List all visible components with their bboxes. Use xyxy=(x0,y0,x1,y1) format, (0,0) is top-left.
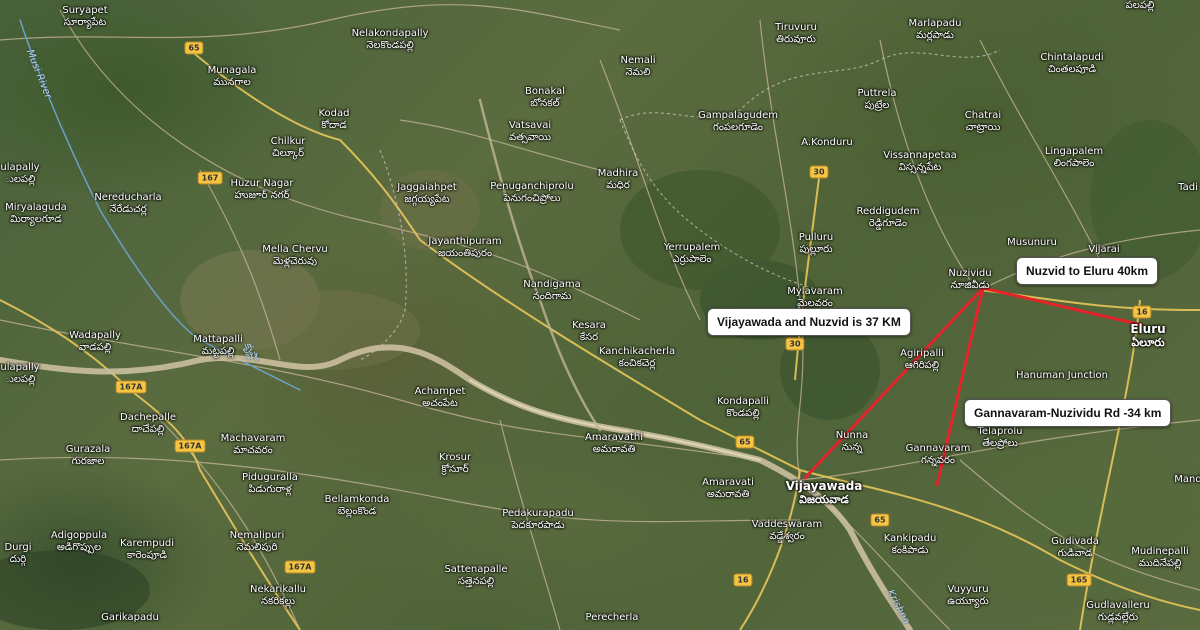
place-label[interactable]: Vissannapetaa విస్సన్నపేట xyxy=(883,150,956,174)
map-overlay xyxy=(0,4,1200,630)
highway-shield: 65 xyxy=(870,513,890,527)
place-label[interactable]: Machavaram మాచవరం xyxy=(221,433,286,457)
place-label[interactable]: Kesara కేసర xyxy=(572,320,606,344)
place-label[interactable]: Gudlavalleru గుడ్లవల్లేరు xyxy=(1086,600,1150,624)
place-label[interactable]: Mattapalli మట్టపల్లి xyxy=(193,334,243,358)
place-label[interactable]: Vijarai xyxy=(1088,244,1119,256)
place-label[interactable]: Lingapalem లింగపాలెం xyxy=(1045,146,1103,170)
satellite-map[interactable]: Musi River Krishna కృష్ణా 65 167 30 16 1… xyxy=(0,0,1200,630)
place-label[interactable]: Nemali నెమలి xyxy=(620,55,655,79)
highway-shield: 165 xyxy=(1066,573,1092,587)
place-label[interactable]: Suryapet సూర్యాపేట xyxy=(62,5,107,29)
place-label[interactable]: Achampet అచంపేట xyxy=(415,386,466,410)
place-label[interactable]: Reddigudem రెడ్డిగూడెం xyxy=(856,206,919,230)
place-label[interactable]: Nemalipuri నెమలిపురి xyxy=(230,530,285,554)
place-label[interactable]: Kanchikacherla కంచికచెర్ల xyxy=(599,346,675,370)
highway-shield: 167 xyxy=(197,171,223,185)
place-label[interactable]: Tadi xyxy=(1178,182,1198,194)
place-label[interactable]: Chintalapudi చింతలపూడి xyxy=(1040,52,1103,76)
highway-shield: 167A xyxy=(284,560,316,574)
place-label[interactable]: Piduguralla పిడుగురాళ్ల xyxy=(242,472,298,496)
place-label[interactable]: Sattenapalle సత్తెనపల్లి xyxy=(444,564,507,588)
place-label[interactable]: Wadapally వాడపల్లి xyxy=(69,330,121,354)
place-label[interactable]: Nandigama నందిగామ xyxy=(523,279,580,303)
place-label[interactable]: Chatrai చాట్రాయి xyxy=(965,110,1001,134)
place-label[interactable]: Amaravati అమరావతి xyxy=(702,477,754,501)
place-label[interactable]: Tiruvuru తిరువూరు xyxy=(775,22,817,46)
place-label[interactable]: Mand xyxy=(1174,474,1200,486)
highway-shield: 16 xyxy=(733,573,753,587)
place-label[interactable]: Bonakal బోనకల్ xyxy=(525,86,565,110)
place-label[interactable]: Jaggaiahpet జగ్గయ్యపేట xyxy=(397,182,457,206)
place-label[interactable]: Munagala మునగాల xyxy=(208,65,257,89)
place-label[interactable]: Perecherla xyxy=(586,612,639,624)
place-label[interactable]: Bellamkonda బెల్లంకొండ xyxy=(325,494,390,518)
highway-shield: 167A xyxy=(115,380,147,394)
place-label[interactable]: పలపల్లి xyxy=(1126,0,1155,12)
place-label[interactable]: Penuganchiprolu పెనుగంచిప్రోలు xyxy=(490,181,573,205)
place-label[interactable]: Dachepalle దాచేపల్లి xyxy=(120,412,176,436)
place-label[interactable]: Telaprolu తేలప్రోలు xyxy=(978,426,1023,450)
highway-shield: 16 xyxy=(1132,305,1152,319)
place-label[interactable]: Mudinepalli ముదినేపల్లి xyxy=(1131,546,1188,570)
highway-shield: 65 xyxy=(184,41,204,55)
tributary-path xyxy=(478,98,602,432)
place-label[interactable]: Mylavaram మైలవరం xyxy=(787,286,842,310)
place-label[interactable]: Karempudi కారెంపూడి xyxy=(120,538,174,562)
highway-shield: 65 xyxy=(735,435,755,449)
place-label[interactable]: Pedakurapadu పెదకూరపాడు xyxy=(502,508,574,532)
place-label[interactable]: Garikapadu xyxy=(101,612,159,624)
place-label[interactable]: Pulluru పుల్లూరు xyxy=(799,232,834,256)
place-label[interactable]: Musunuru xyxy=(1007,237,1057,249)
place-label[interactable]: Nereducharla నేరేడుచర్ల xyxy=(94,192,161,216)
highway-shield: 30 xyxy=(785,337,805,351)
place-label-eluru[interactable]: Eluru ఏలూరు xyxy=(1130,322,1165,350)
distance-callout-gannavaram-nuzvidu[interactable]: Gannavaram-Nuzividu Rd -34 km xyxy=(964,399,1172,427)
distance-callout-nuzvid-eluru[interactable]: Nuzvid to Eluru 40km xyxy=(1016,257,1159,285)
place-label[interactable]: Huzur Nagar హుజూర్ నగర్ xyxy=(231,178,294,202)
place-label[interactable]: Kodad కోదాడ xyxy=(318,108,349,132)
place-label[interactable]: Gurazala గురజాల xyxy=(66,444,111,468)
place-label[interactable]: Gannavaram గన్నవరం xyxy=(906,443,971,467)
distance-callout-vijayawada-nuzvid[interactable]: Vijayawada and Nuzvid is 37 KM xyxy=(707,308,911,336)
place-label[interactable]: Jayanthipuram జయంతిపురం xyxy=(428,236,501,260)
place-label[interactable]: Vaddeswaram వడ్డేశ్వరం xyxy=(752,519,823,543)
place-label[interactable]: Krosur క్రోసూర్ xyxy=(439,452,471,476)
place-label[interactable]: Mella Chervu మెళ్లచెరువు xyxy=(262,244,327,268)
place-label[interactable]: Miryalaguda మిర్యాలగూడ xyxy=(5,202,67,226)
place-label[interactable]: Kankipadu కంకిపాడు xyxy=(884,533,937,557)
place-label[interactable]: Nekarikallu నకరికల్లు xyxy=(250,584,306,608)
place-label[interactable]: ulapallyులపల్లి xyxy=(0,162,39,186)
place-label[interactable]: Durgi దుర్గి xyxy=(4,542,31,566)
place-label[interactable]: Amaravathi అమరావతి xyxy=(585,432,643,456)
place-label-vijayawada[interactable]: Vijayawada విజయవాడ xyxy=(786,479,863,507)
place-label[interactable]: Chilkur చిల్కూర్ xyxy=(271,136,306,160)
place-label[interactable]: Gampalagudem గంపలగూడెం xyxy=(698,110,778,134)
place-label[interactable]: Madhira మధిర xyxy=(598,168,638,192)
place-label[interactable]: A.Konduru xyxy=(801,137,853,149)
place-label[interactable]: Agiripalli ఆగిరిపల్లి xyxy=(900,348,944,372)
place-label[interactable]: Yerrupalem ఎర్రుపాలెం xyxy=(664,242,720,266)
place-label[interactable]: Gudivada గుడివాడ xyxy=(1051,536,1099,560)
highway-shield: 30 xyxy=(809,165,829,179)
place-label[interactable]: ulapallyులపల్లి xyxy=(0,362,39,386)
place-label[interactable]: Adigoppula అడిగొప్పుల xyxy=(51,530,107,554)
place-label[interactable]: Nelakondapally నెలకొండపల్లి xyxy=(352,28,429,52)
road-network xyxy=(0,4,1200,630)
place-label[interactable]: Hanuman Junction xyxy=(1016,370,1108,382)
place-label[interactable]: Nuzividu నూజివీడు xyxy=(948,268,991,292)
place-label[interactable]: Vuyyuru ఉయ్యూరు xyxy=(947,584,989,608)
place-label[interactable]: Vatsavai వత్సవాయి xyxy=(509,120,551,144)
highway-shield: 167A xyxy=(174,439,206,453)
place-label[interactable]: Puttrela పుట్రేల xyxy=(858,88,897,112)
place-label[interactable]: Marlapadu మర్లపాడు xyxy=(909,18,962,42)
place-label[interactable]: Kondapalli కొండపల్లి xyxy=(717,396,769,420)
place-label[interactable]: Nunna నున్న xyxy=(836,430,869,454)
